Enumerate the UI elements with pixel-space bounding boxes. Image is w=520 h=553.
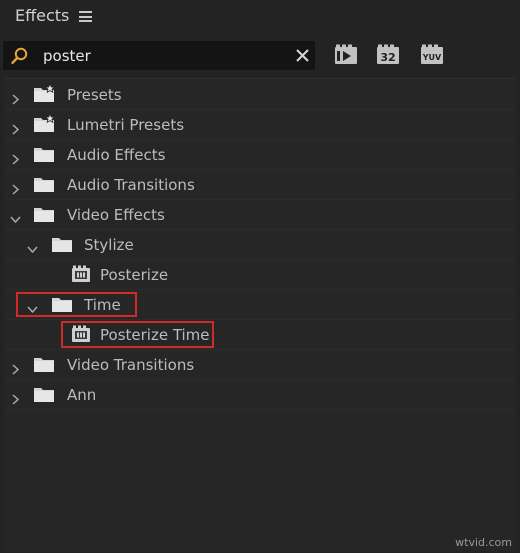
chevron-right-icon[interactable]	[10, 120, 21, 135]
folder-icon	[33, 204, 55, 224]
time-folder-highlight	[16, 292, 137, 317]
tree-item-label: Video Effects	[67, 206, 165, 224]
tree-item-label: Ann	[67, 386, 97, 404]
tree-item-label: Audio Effects	[67, 146, 166, 164]
folder-icon	[33, 384, 55, 404]
chevron-right-icon[interactable]	[10, 180, 21, 195]
tree-item-label: Presets	[67, 86, 122, 104]
clear-search-icon[interactable]	[296, 49, 309, 62]
tree-item-label: Lumetri Presets	[67, 116, 185, 134]
folder-icon	[51, 234, 73, 254]
search-input[interactable]	[43, 45, 283, 66]
tree-row-video-effects[interactable]: Video Effects	[4, 200, 516, 230]
video-effect-icon	[70, 264, 92, 284]
panel-title: Effects	[15, 6, 70, 25]
panel-menu-icon[interactable]	[79, 11, 92, 22]
tree-item-label: Posterize	[100, 266, 169, 284]
chevron-down-icon[interactable]	[27, 240, 38, 254]
tree-row-posterize[interactable]: Posterize	[4, 260, 516, 290]
chevron-right-icon[interactable]	[10, 90, 21, 105]
tree-row-presets[interactable]: Presets	[4, 80, 516, 110]
yuv-icon: YUV	[421, 44, 443, 64]
accelerated-effects-icon[interactable]	[334, 44, 358, 66]
search-field[interactable]	[3, 41, 315, 70]
watermark-text: wtvid.com	[455, 536, 512, 549]
32-bit-label: 32	[380, 51, 395, 64]
search-icon	[11, 47, 28, 64]
panel-header: Effects	[0, 0, 520, 34]
preset-folder-icon	[33, 112, 56, 134]
tree-row-ann[interactable]: Ann	[4, 380, 516, 410]
tree-row-stylize[interactable]: Stylize	[4, 230, 516, 260]
chevron-right-icon[interactable]	[10, 360, 21, 375]
yuv-label: YUV	[422, 53, 442, 62]
yuv-button[interactable]: YUV	[420, 44, 444, 66]
tree-row-video-transitions[interactable]: Video Transitions	[4, 350, 516, 380]
tree-row-lumetri-presets[interactable]: Lumetri Presets	[4, 110, 516, 140]
tree-item-label: Video Transitions	[67, 356, 195, 374]
tree-item-label: Stylize	[84, 236, 134, 254]
chevron-right-icon[interactable]	[10, 150, 21, 165]
folder-icon	[33, 144, 55, 164]
preset-folder-icon	[33, 82, 56, 104]
tree-row-audio-transitions[interactable]: Audio Transitions	[4, 170, 516, 200]
chevron-down-icon[interactable]	[10, 210, 21, 224]
tree-item-label: Audio Transitions	[67, 176, 195, 194]
folder-icon	[33, 174, 55, 194]
tree-row-audio-effects[interactable]: Audio Effects	[4, 140, 516, 170]
folder-icon	[33, 354, 55, 374]
posterize-time-highlight	[61, 321, 214, 348]
32-bit-button[interactable]: 32	[376, 44, 400, 66]
32-bit-icon: 32	[377, 44, 399, 64]
chevron-right-icon[interactable]	[10, 390, 21, 405]
